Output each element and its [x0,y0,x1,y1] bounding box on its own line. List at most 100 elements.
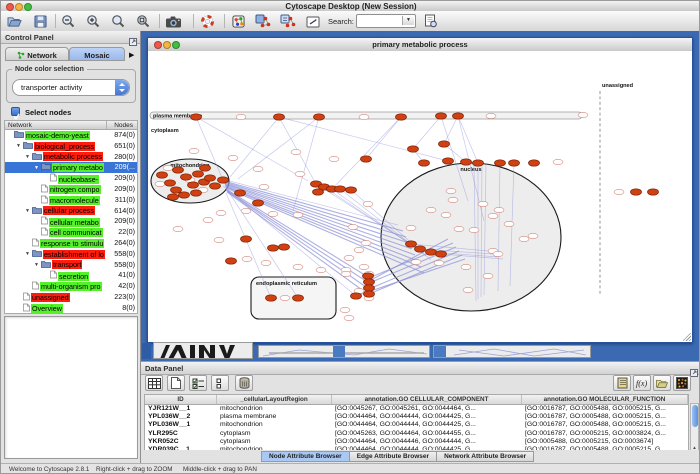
import-network-icon[interactable] [254,13,272,29]
tree-row[interactable]: macromolecule311(0) [5,195,137,206]
new-attribute-icon[interactable] [167,375,185,391]
delete-attribute-icon[interactable] [235,375,253,391]
tree-header-separator[interactable] [106,121,107,129]
search-input[interactable]: ▼ [356,14,416,28]
open-session-icon[interactable] [5,13,23,29]
node-color-select[interactable]: transporter activity [12,79,130,96]
tree-row[interactable]: Overview8(0) [5,303,137,314]
tree-row-count: 874(0) [114,130,135,141]
tree-row-count: 558(0) [114,249,135,260]
tree-row-label: biological_process [34,142,95,151]
annotation-icon[interactable] [304,13,322,29]
tree-row[interactable]: response to stimulu264(0) [5,238,137,249]
zoom-out-icon[interactable] [59,13,77,29]
tree-expander-icon[interactable]: ▼ [34,260,41,271]
background-window[interactable] [258,345,430,358]
zoom-in-icon[interactable] [84,13,102,29]
table-row[interactable]: YKR052Ccytoplasm[GO:0044464, GO:0044446,… [145,438,688,446]
tree-row[interactable]: nucleobase-209(0) [5,173,137,184]
import-table-icon[interactable] [279,13,297,29]
tab-node-attribute-browser[interactable]: Node Attribute Browser [261,451,350,462]
network-canvas[interactable]: plasma membranecytoplasmmitochondrionnuc… [148,51,692,342]
status-hint-zoom: Right-click + drag to ZOOM [96,466,172,473]
table-cell: cytoplasm [217,438,332,446]
zoom-fit-icon[interactable] [134,13,152,29]
toolbar-separator [159,14,160,28]
network-view-frame[interactable]: primary metabolic process plasma membran… [147,37,693,343]
tree-row[interactable]: cellular metabo209(0) [5,216,137,227]
attribute-table-icon[interactable] [145,375,163,391]
function-builder-icon[interactable]: f(x) [633,375,651,391]
background-window-block [333,346,345,357]
matrix-icon[interactable] [673,375,691,391]
svg-text:f(x): f(x) [636,379,647,388]
table-cell: mitochondrion [217,405,332,413]
table-cell: [GO:0044464, GO:0044444, GO:0044425, G..… [332,413,522,421]
scrollbar-thumb[interactable] [692,405,698,427]
float-panel-icon[interactable] [129,33,137,51]
network-frame-titlebar[interactable]: primary metabolic process [148,38,692,52]
tree-row-count: 209(0) [114,173,135,184]
tab-network[interactable]: Network [5,47,69,61]
tree-row[interactable]: ▼ establishment of lo 558(0) [5,249,137,260]
tree-row[interactable]: ▼cellular process614(0) [5,206,137,217]
tree-row-label: transport [52,260,82,269]
snapshot-icon[interactable] [164,13,182,29]
import-attributes-icon[interactable] [653,375,671,391]
save-session-icon[interactable] [31,13,49,29]
background-window[interactable] [142,343,151,359]
table-cell: [GO:0045267, GO:0045261, GO:0044464, G..… [332,405,522,413]
table-row[interactable]: YJR121W__1mitochondrion[GO:0045267, GO:0… [145,405,688,413]
tab-edge-attribute-browser[interactable]: Edge Attribute Browser [350,451,437,462]
zoom-selected-icon[interactable] [109,13,127,29]
tree-row[interactable]: ▼ biological_process 651(0) [5,141,137,152]
tree-row[interactable]: nitrogen compo209(0) [5,184,137,195]
search-label: Search: [328,17,354,26]
tree-row[interactable]: unassigned223(0) [5,292,137,303]
tree-expander-icon[interactable]: ▼ [25,206,32,217]
tree-row-label: macromolecule [49,196,100,205]
column-header[interactable]: _cellularLayoutRegion [217,395,332,404]
combo-stepper[interactable] [115,80,129,95]
tree-row[interactable]: secretion41(0) [5,270,137,281]
tab-mosaic[interactable]: Mosaic [69,47,125,61]
tree-expander-icon[interactable]: ▼ [34,163,41,174]
tab-network-label: Network [27,51,57,60]
unselect-attributes-icon[interactable] [211,375,229,391]
tree-row-label: establishment of lo [43,250,105,259]
select-attributes-icon[interactable] [189,375,207,391]
column-header[interactable]: ID [145,395,217,404]
tree-row[interactable]: cell communicat22(0) [5,227,137,238]
birds-eye-view[interactable] [4,316,138,459]
tree-expander-icon[interactable]: ▼ [25,249,32,260]
select-nodes-checkbox[interactable] [11,107,20,116]
table-row[interactable]: YLR295Ccytoplasm[GO:0045263, GO:0044464,… [145,430,688,438]
search-dropdown-arrow[interactable]: ▼ [402,16,414,25]
tree-row-count: 558(0) [114,260,135,271]
tree-expander-icon[interactable]: ▼ [25,152,32,163]
tree-row[interactable]: ▼primary metabo209(... [5,162,137,173]
tab-network-attribute-browser[interactable]: Network Attribute Browser [437,451,534,462]
background-window[interactable] [153,342,253,359]
data-panel-title: Data Panel [145,364,183,373]
table-cell: YKR052C [145,438,217,446]
vizmapper-icon[interactable] [229,13,247,29]
help-icon[interactable] [198,13,216,29]
tree-row[interactable]: ▼metabolic process280(0) [5,152,137,163]
tree-expander-icon[interactable]: ▼ [16,141,23,152]
table-row[interactable]: YPL036W__2plasma membrane[GO:0044464, GO… [145,413,688,421]
tree-row[interactable]: ▼ transport 558(0) [5,260,137,271]
tree-row-count: 223(0) [114,292,135,303]
tab-overflow-arrow[interactable]: ▶ [129,51,134,59]
background-window[interactable] [433,345,591,358]
frame-resize-grip[interactable] [683,333,691,341]
tree-row[interactable]: mosaic-demo-yeast874(0) [5,130,137,141]
column-header[interactable]: annotation.GO CELLULAR_COMPONENT [332,395,522,404]
enhanced-search-icon[interactable] [421,13,439,29]
tree-row[interactable]: multi-organism pro42(0) [5,281,137,292]
table-row[interactable]: YPL036W__1mitochondrion[GO:0044464, GO:0… [145,421,688,429]
attribute-browser-tabs: Node Attribute BrowserEdge Attribute Bro… [261,451,534,462]
tree-row-count: 651(0) [114,141,135,152]
attribute-list-icon[interactable] [613,375,631,391]
column-header[interactable]: annotation.GO MOLECULAR_FUNCTION [522,395,688,404]
